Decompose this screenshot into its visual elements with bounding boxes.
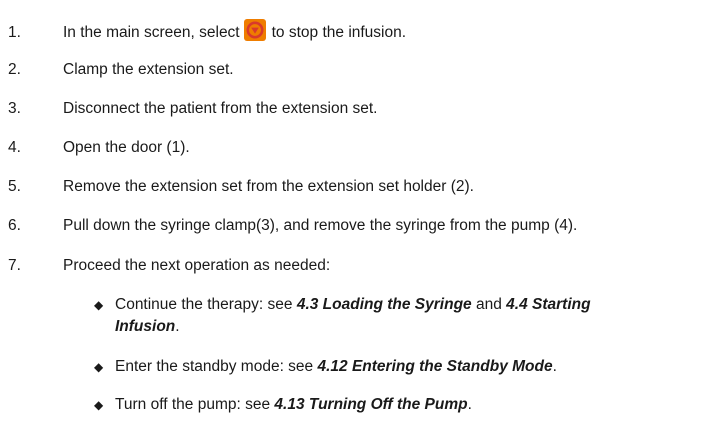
option-text: Turn off the pump: see 4.13 Turning Off … xyxy=(115,396,472,413)
step-text: Pull down the syringe clamp(3), and remo… xyxy=(63,217,578,234)
option-continue-therapy: ◆ Continue the therapy: see 4.3 Loading t… xyxy=(94,294,591,338)
step-text: Proceed the next operation as needed: xyxy=(63,257,331,274)
step-text: Remove the extension set from the extens… xyxy=(63,178,474,195)
diamond-bullet-icon: ◆ xyxy=(94,398,104,412)
step-number: 5. xyxy=(8,178,21,195)
step-number: 2. xyxy=(8,61,21,78)
step-1: 1. In the main screen, select to stop the … xyxy=(8,19,406,41)
step-text: Open the door (1). xyxy=(63,139,190,156)
step-5: 5. Remove the extension set from the exte… xyxy=(8,176,474,198)
option-text: Continue the therapy: see 4.3 Loading th… xyxy=(115,296,591,335)
diamond-bullet-icon: ◆ xyxy=(94,298,104,312)
step-6: 6. Pull down the syringe clamp(3), and re… xyxy=(8,215,577,237)
option-standby-mode: ◆ Enter the standby mode: see 4.12 Enteri… xyxy=(94,356,557,379)
step-text: In the main screen, select xyxy=(63,24,240,41)
option-turn-off-pump: ◆ Turn off the pump: see 4.13 Turning Off… xyxy=(94,394,472,417)
step-number: 4. xyxy=(8,139,21,156)
step-text: Clamp the extension set. xyxy=(63,61,234,78)
step-text: to stop the infusion. xyxy=(271,24,407,41)
stop-infusion-icon xyxy=(243,19,266,41)
section-link[interactable]: 4.12 Entering the Standby Mode xyxy=(317,358,552,375)
section-link[interactable]: 4.13 Turning Off the Pump xyxy=(274,396,467,413)
step-number: 3. xyxy=(8,100,21,117)
step-3: 3. Disconnect the patient from the extens… xyxy=(8,98,377,120)
step-number: 6. xyxy=(8,217,21,234)
section-link[interactable]: 4.4 Starting xyxy=(506,296,590,313)
step-text: Disconnect the patient from the extensio… xyxy=(63,100,378,117)
step-number: 1. xyxy=(8,24,21,41)
section-link[interactable]: Infusion xyxy=(115,318,175,335)
step-2: 2. Clamp the extension set. xyxy=(8,59,234,81)
step-number: 7. xyxy=(8,257,21,274)
step-4: 4. Open the door (1). xyxy=(8,137,190,159)
diamond-bullet-icon: ◆ xyxy=(94,360,104,374)
step-7: 7. Proceed the next operation as needed: xyxy=(8,255,330,277)
section-link[interactable]: 4.3 Loading the Syringe xyxy=(297,296,472,313)
option-text: Enter the standby mode: see 4.12 Enterin… xyxy=(115,358,557,375)
